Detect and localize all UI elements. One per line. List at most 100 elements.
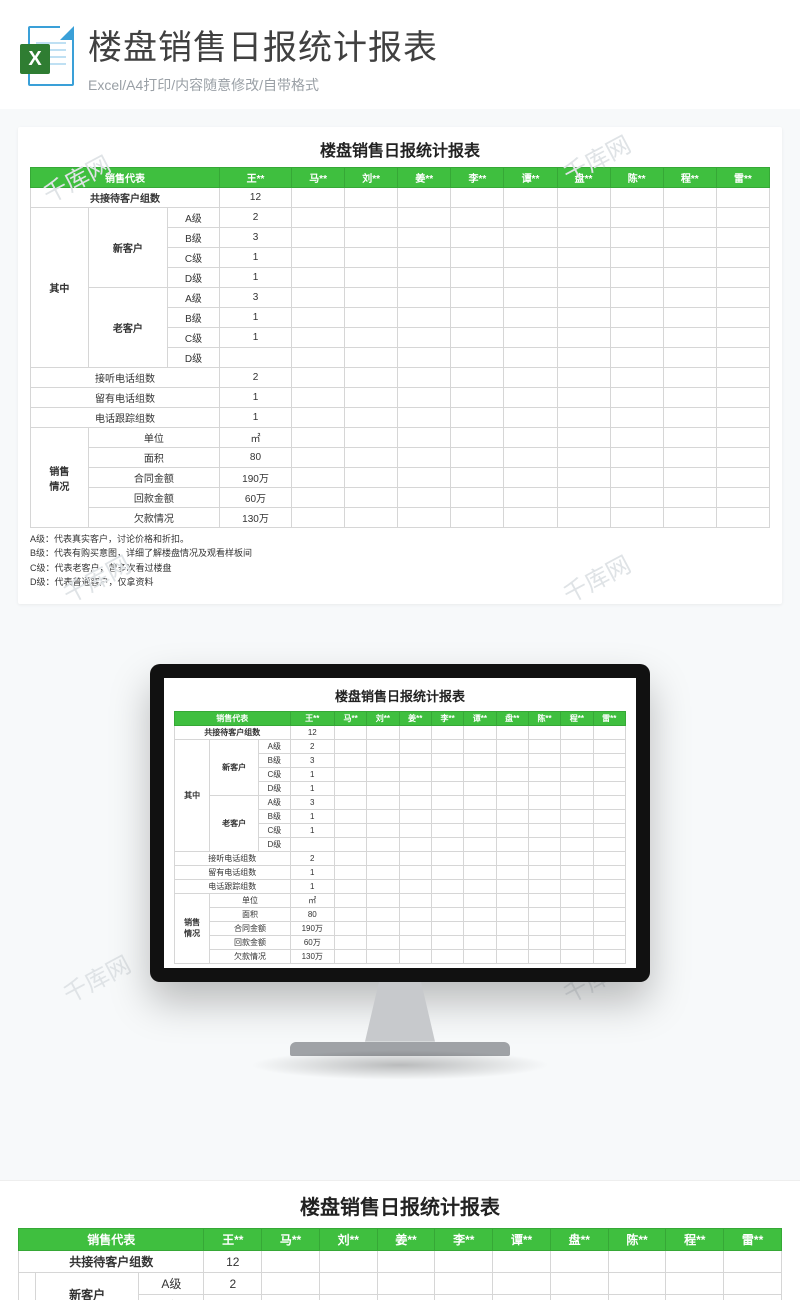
cell xyxy=(431,921,463,935)
sales-row-label: 回款金额 xyxy=(210,935,290,949)
cell xyxy=(528,851,560,865)
cell xyxy=(663,268,716,288)
group-main-label: 其中 xyxy=(175,739,210,851)
cell xyxy=(724,1273,782,1295)
sales-row-label: 单位 xyxy=(210,893,290,907)
cell xyxy=(399,921,431,935)
cell: 1 xyxy=(290,879,334,893)
cell xyxy=(504,488,557,508)
cell xyxy=(345,448,398,468)
bottom-cropped-preview: 楼盘销售日报统计报表 销售代表王**马**刘**姜**李**谭**盘**陈**程… xyxy=(0,1180,800,1300)
cell xyxy=(610,248,663,268)
cell xyxy=(431,879,463,893)
cell xyxy=(451,448,504,468)
cell xyxy=(345,428,398,448)
cell xyxy=(528,949,560,963)
cell xyxy=(345,288,398,308)
tel-row-label: 留有电话组数 xyxy=(31,388,220,408)
tel-row-label: 接听电话组数 xyxy=(31,368,220,388)
cell xyxy=(431,949,463,963)
cell xyxy=(292,408,345,428)
cell xyxy=(663,208,716,228)
cell xyxy=(593,725,625,739)
cell xyxy=(399,809,431,823)
cell xyxy=(334,753,366,767)
cell xyxy=(319,1295,377,1300)
tel-row-label: 电话跟踪组数 xyxy=(31,408,220,428)
cell xyxy=(610,188,663,208)
cell xyxy=(399,767,431,781)
report-title: 楼盘销售日报统计报表 xyxy=(174,686,626,705)
cell xyxy=(561,795,593,809)
col-rep: 姜** xyxy=(398,168,451,188)
cell xyxy=(292,428,345,448)
cell xyxy=(496,837,528,851)
cell xyxy=(399,935,431,949)
level-label: D级 xyxy=(259,837,291,851)
cell xyxy=(367,879,399,893)
cell xyxy=(367,921,399,935)
cell xyxy=(399,739,431,753)
cell xyxy=(435,1251,493,1273)
cell xyxy=(345,408,398,428)
cell xyxy=(528,907,560,921)
cell xyxy=(451,468,504,488)
cell xyxy=(334,907,366,921)
cell xyxy=(550,1273,608,1295)
sales-row-label: 欠款情况 xyxy=(210,949,290,963)
cell xyxy=(334,739,366,753)
cell xyxy=(557,288,610,308)
cell xyxy=(451,328,504,348)
cell xyxy=(610,228,663,248)
cell xyxy=(528,767,560,781)
report-table-wrap: 销售代表王**马**刘**姜**李**谭**盘**陈**程**雷**共接待客户组… xyxy=(18,1228,782,1300)
cell xyxy=(504,428,557,448)
sales-row-label: 合同金额 xyxy=(210,921,290,935)
col-rep: 谭** xyxy=(493,1229,551,1251)
cell xyxy=(663,428,716,448)
cell xyxy=(496,907,528,921)
cell xyxy=(398,188,451,208)
level-label: A级 xyxy=(168,288,220,308)
cell xyxy=(561,949,593,963)
col-sales-rep: 销售代表 xyxy=(19,1229,204,1251)
cell xyxy=(610,388,663,408)
col-rep: 程** xyxy=(666,1229,724,1251)
cell xyxy=(377,1251,435,1273)
col-sales-rep: 销售代表 xyxy=(31,168,220,188)
cell xyxy=(262,1251,320,1273)
cell xyxy=(345,328,398,348)
cell xyxy=(528,739,560,753)
cell xyxy=(610,268,663,288)
cell xyxy=(557,388,610,408)
col-rep: 谭** xyxy=(464,711,496,725)
cell xyxy=(464,795,496,809)
cell xyxy=(716,428,769,448)
cell xyxy=(292,388,345,408)
cell xyxy=(345,248,398,268)
cell: 1 xyxy=(290,781,334,795)
cell xyxy=(451,488,504,508)
cell xyxy=(663,488,716,508)
cell xyxy=(504,508,557,528)
cell xyxy=(431,781,463,795)
cell xyxy=(367,949,399,963)
group-new-label: 新客户 xyxy=(35,1273,139,1300)
cell xyxy=(367,851,399,865)
cell xyxy=(334,851,366,865)
cell: 12 xyxy=(219,188,291,208)
cell xyxy=(561,739,593,753)
col-rep: 王** xyxy=(290,711,334,725)
cell: ㎡ xyxy=(290,893,334,907)
cell xyxy=(716,368,769,388)
cell xyxy=(663,508,716,528)
cell xyxy=(666,1295,724,1300)
cell xyxy=(724,1251,782,1273)
cell xyxy=(398,448,451,468)
col-rep: 刘** xyxy=(367,711,399,725)
row-total-label: 共接待客户组数 xyxy=(31,188,220,208)
cell xyxy=(557,228,610,248)
cell: 2 xyxy=(219,208,291,228)
cell xyxy=(464,823,496,837)
cell xyxy=(464,753,496,767)
